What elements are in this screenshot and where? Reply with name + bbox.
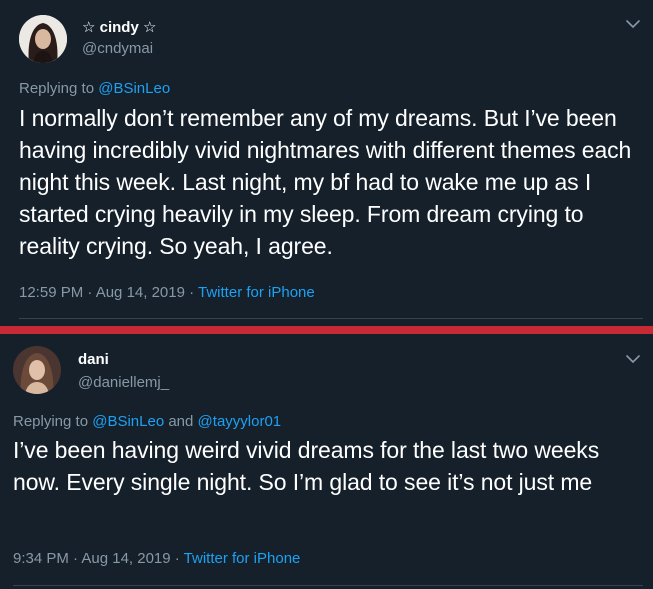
replying-to-label: Replying to [13, 413, 93, 430]
display-name[interactable]: dani [78, 351, 109, 368]
user-handle[interactable]: @daniellemj_ [78, 374, 169, 391]
tweet-card[interactable]: dani @daniellemj_ Replying to @BSinLeo a… [0, 0, 653, 589]
mention-link[interactable]: @BSinLeo [92, 413, 164, 430]
timestamp[interactable]: 9:34 PM · Aug 14, 2019 · [13, 550, 184, 567]
tweet-meta: 9:34 PM · Aug 14, 2019 · Twitter for iPh… [13, 550, 300, 567]
avatar[interactable] [13, 346, 61, 394]
replying-joiner: and [164, 413, 198, 430]
tweet-text: I’ve been having weird vivid dreams for … [13, 437, 600, 495]
source-link[interactable]: Twitter for iPhone [184, 550, 301, 567]
replying-to: Replying to @BSinLeo and @tayyylor01 [13, 413, 281, 430]
chevron-down-icon[interactable] [624, 352, 642, 366]
mention-link[interactable]: @tayyylor01 [198, 413, 282, 430]
separator [13, 585, 643, 586]
